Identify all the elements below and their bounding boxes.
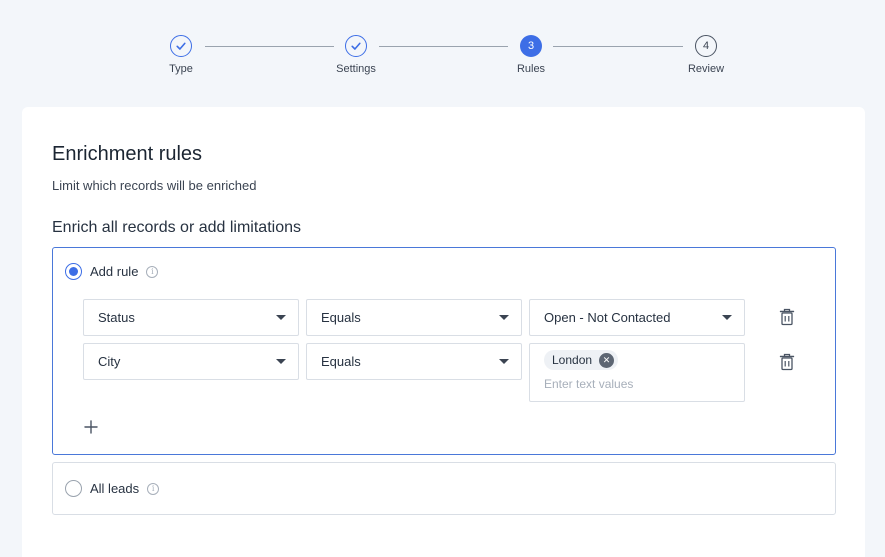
step-label: Rules [516, 63, 546, 75]
rule-text-values-input[interactable]: London ✕ Enter text values [529, 343, 745, 402]
caret-down-icon [722, 315, 732, 320]
step-review[interactable]: 4 Review [651, 35, 761, 75]
rule-operator-select[interactable]: Equals [306, 299, 522, 336]
stepper: Type Settings 3 Rules 4 Review [0, 0, 885, 100]
section-title: Enrich all records or add limitations [52, 219, 301, 236]
trash-icon[interactable] [779, 308, 795, 326]
step-rules[interactable]: 3 Rules [476, 35, 586, 75]
trash-icon[interactable] [779, 353, 795, 371]
caret-down-icon [499, 359, 509, 364]
step-complete-indicator [345, 35, 367, 57]
rule-value-select[interactable]: Open - Not Contacted [529, 299, 745, 336]
chip-label: London [552, 353, 593, 367]
rule-field-select[interactable]: Status [83, 299, 299, 336]
info-icon[interactable]: i [146, 265, 159, 278]
check-icon [176, 42, 186, 50]
caret-down-icon [276, 359, 286, 364]
add-rule-header: Add rule i [65, 263, 159, 280]
plus-icon[interactable] [84, 420, 98, 434]
rule-operator-select[interactable]: Equals [306, 343, 522, 380]
step-complete-indicator [170, 35, 192, 57]
check-icon [351, 42, 361, 50]
step-number: 3 [520, 35, 542, 57]
all-leads-header: All leads i [65, 480, 160, 497]
page-title: Enrichment rules [52, 143, 203, 165]
all-leads-label: All leads [90, 481, 140, 496]
select-value: Open - Not Contacted [544, 310, 671, 325]
all-leads-radio[interactable] [65, 480, 82, 497]
page-subtitle: Limit which records will be enriched [52, 178, 257, 193]
caret-down-icon [499, 315, 509, 320]
step-settings[interactable]: Settings [301, 35, 411, 75]
step-label: Review [687, 63, 725, 75]
select-value: Equals [321, 310, 361, 325]
value-chip: London ✕ [544, 350, 619, 370]
text-values-placeholder: Enter text values [544, 377, 634, 391]
select-value: Status [98, 310, 135, 325]
step-label: Type [169, 63, 193, 75]
all-leads-option[interactable]: All leads i [52, 462, 836, 515]
close-circle-icon[interactable]: ✕ [599, 352, 615, 368]
add-rule-option[interactable]: Add rule i Status Equals Open - Not Cont… [52, 247, 836, 455]
select-value: City [98, 354, 121, 369]
add-rule-label: Add rule [90, 264, 139, 279]
info-icon[interactable]: i [147, 482, 160, 495]
step-number: 4 [695, 35, 717, 57]
add-rule-radio[interactable] [65, 263, 82, 280]
step-label: Settings [336, 63, 376, 75]
select-value: Equals [321, 354, 361, 369]
step-type[interactable]: Type [126, 35, 236, 75]
caret-down-icon [276, 315, 286, 320]
rule-field-select[interactable]: City [83, 343, 299, 380]
enrichment-rules-card: Enrichment rules Limit which records wil… [22, 107, 865, 557]
